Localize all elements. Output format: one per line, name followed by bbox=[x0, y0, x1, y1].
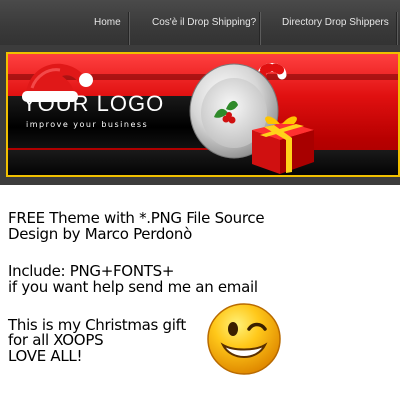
logo-title[interactable]: YOUR LOGO bbox=[22, 91, 164, 117]
info-line-free-theme: FREE Theme with *.PNG File Source bbox=[8, 209, 265, 227]
top-navbar: Home Cos'è il Drop Shipping? Directory D… bbox=[0, 0, 400, 46]
info-line-include: Include: PNG+FONTS+ bbox=[8, 262, 175, 280]
info-line-help: if you want help send me an email bbox=[8, 278, 258, 296]
info-line-love: LOVE ALL! bbox=[8, 347, 83, 365]
info-line-xoops: for all XOOPS bbox=[8, 331, 104, 349]
nav-separator bbox=[128, 12, 129, 46]
nav-link-drop-shipping[interactable]: Cos'è il Drop Shipping? bbox=[152, 0, 256, 45]
info-line-designer: Design by Marco Perdonò bbox=[8, 225, 193, 243]
nav-link-directory[interactable]: Directory Drop Shippers bbox=[282, 0, 389, 45]
nav-separator bbox=[396, 12, 397, 46]
winking-smiley-icon bbox=[207, 303, 281, 375]
nav-link-home[interactable]: Home bbox=[94, 0, 121, 45]
nav-separator bbox=[259, 12, 260, 46]
gift-box-icon bbox=[252, 116, 314, 174]
logo-tagline: improve your business bbox=[26, 120, 149, 129]
